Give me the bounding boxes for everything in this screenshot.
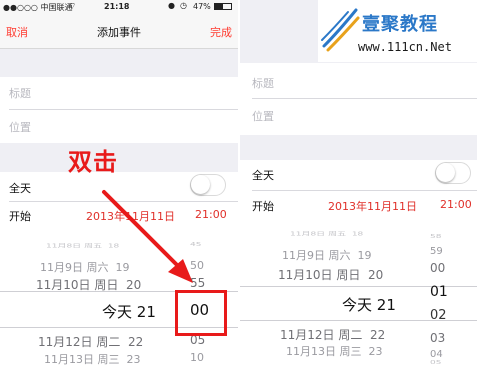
watermark-logo: 壹聚教程 www.111cn.Net [318, 0, 477, 62]
picker-minute[interactable]: 02 [430, 308, 447, 323]
allday-label: 全天 [252, 169, 274, 182]
picker-row[interactable]: 11月8日 周五 18 [290, 230, 364, 238]
start-date[interactable]: 2013年11月11日 [328, 198, 417, 214]
allday-toggle[interactable] [435, 162, 471, 184]
picker-row[interactable]: 11月12日 周二 22 [280, 326, 385, 343]
time-group: 全天 开始 2013年11月11日 21:00 [240, 160, 477, 222]
picker-row[interactable]: 11月10日 周日 20 [278, 266, 383, 283]
picker-date: 11月12日 [280, 328, 335, 342]
picker-date: 11月10日 [278, 268, 333, 282]
picker-row[interactable]: 11月9日 周六 19 [282, 247, 372, 263]
title-field[interactable]: 标题 [252, 75, 274, 91]
row-separator [252, 98, 477, 99]
picker-hour: 18 [351, 231, 364, 238]
picker-weekday: 周二 [338, 328, 363, 342]
picker-date: 11月8日 [290, 231, 326, 238]
picker-minute[interactable]: 59 [430, 246, 443, 257]
picker-hour: 19 [357, 249, 372, 262]
picker-minute[interactable]: 04 [430, 349, 443, 360]
picker-hour: 20 [368, 268, 384, 282]
picker-row[interactable]: 11月13日 周三 23 [286, 343, 383, 359]
date-time-picker[interactable]: 11月8日 周五 18 58 11月9日 周六 19 59 11月10日 周日 … [240, 222, 477, 367]
picker-hour: 23 [368, 345, 383, 358]
picker-weekday: 周三 [339, 345, 362, 358]
row-separator [252, 190, 477, 191]
highlight-box [175, 290, 227, 336]
picker-minute[interactable]: 58 [430, 234, 441, 240]
picker-date: 11月9日 [282, 249, 325, 262]
logo-brush-icon [321, 8, 360, 52]
picker-hour: 21 [376, 296, 396, 314]
picker-date: 11月13日 [286, 345, 336, 358]
event-info-group: 标题 位置 [240, 63, 477, 135]
picker-weekday: 周六 [328, 249, 351, 262]
logo-brand-text: 壹聚教程 [362, 14, 438, 35]
picker-row-selected[interactable]: 今天 21 [342, 294, 396, 315]
picker-hour: 22 [370, 328, 386, 342]
picker-weekday: 周五 [328, 231, 347, 238]
picker-minute-selected[interactable]: 01 [430, 284, 448, 300]
picker-date: 今天 [342, 296, 373, 314]
picker-minute[interactable]: 05 [430, 360, 441, 366]
logo-url-text: www.111cn.Net [358, 40, 452, 54]
location-field[interactable]: 位置 [252, 108, 274, 124]
picker-weekday: 周日 [336, 268, 361, 282]
picker-minute[interactable]: 03 [430, 331, 445, 345]
left-phone-screen: ●●○○○ 中国联通 ⌔ 21:18 ● ◷ 47% 取消 添加事件 完成 标题… [0, 0, 238, 367]
picker-minute[interactable]: 00 [430, 261, 445, 275]
toggle-knob [436, 163, 455, 182]
start-label[interactable]: 开始 [252, 198, 274, 214]
start-time[interactable]: 21:00 [440, 198, 472, 211]
